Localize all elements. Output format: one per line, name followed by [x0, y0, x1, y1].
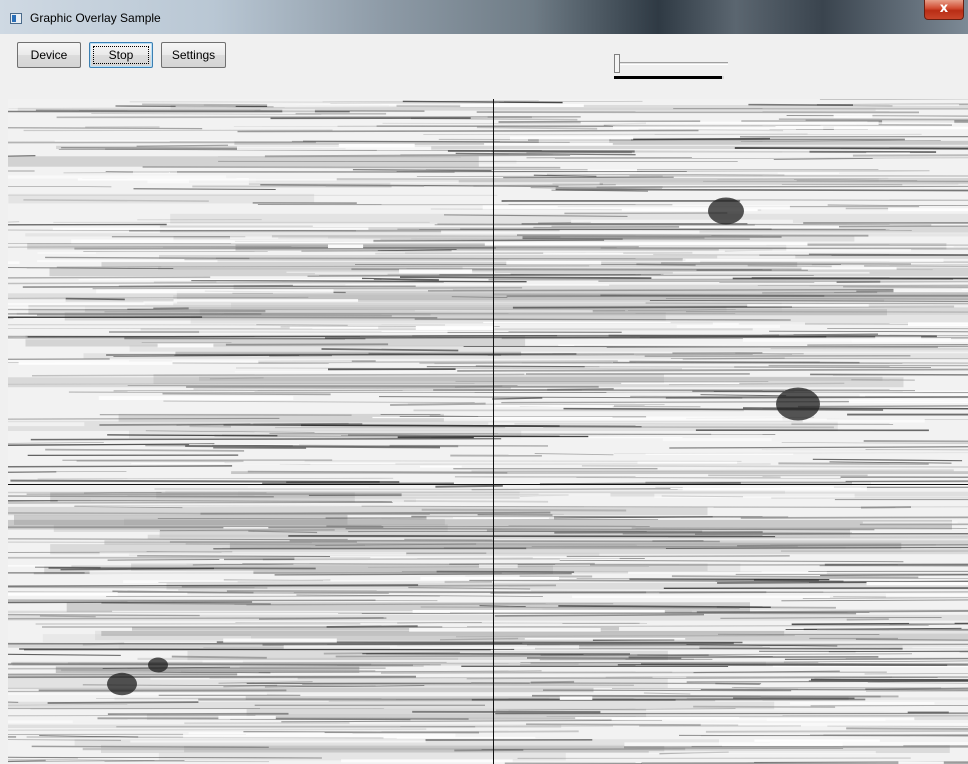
close-button[interactable]: x	[924, 0, 964, 20]
slider-track[interactable]	[616, 62, 728, 65]
video-view[interactable]	[8, 99, 968, 764]
device-button[interactable]: Device	[17, 42, 81, 68]
progress-bar-fill	[614, 76, 722, 79]
title-bar[interactable]: Graphic Overlay Sample x	[0, 0, 968, 34]
camera-image	[8, 99, 968, 764]
slider-thumb[interactable]	[614, 54, 620, 73]
toolbar: Device Stop Settings	[8, 34, 968, 99]
app-window-icon[interactable]	[10, 13, 22, 24]
settings-button-label: Settings	[171, 48, 216, 62]
crosshair-horizontal-line	[8, 484, 968, 485]
stop-button[interactable]: Stop	[89, 42, 153, 68]
progress-bar	[614, 76, 724, 79]
device-button-label: Device	[30, 48, 68, 62]
zoom-slider[interactable]	[612, 52, 732, 82]
close-icon: x	[939, 1, 949, 16]
window-title: Graphic Overlay Sample	[30, 11, 161, 25]
app-window: Graphic Overlay Sample x Device Stop Set…	[0, 0, 968, 764]
crosshair-vertical-line	[493, 99, 494, 764]
stop-button-label: Stop	[108, 48, 134, 62]
settings-button[interactable]: Settings	[161, 42, 226, 68]
